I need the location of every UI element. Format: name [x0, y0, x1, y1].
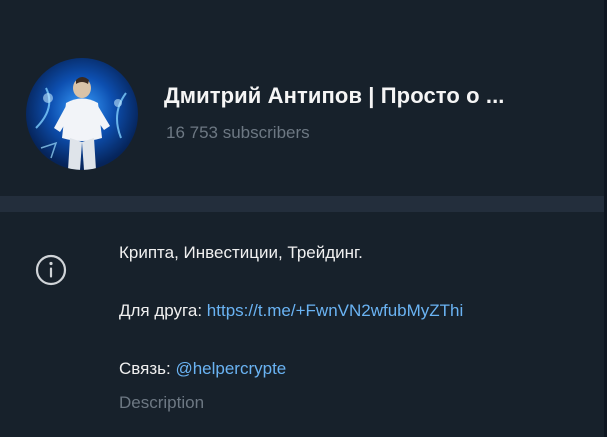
contact-label: Связь: — [119, 359, 171, 378]
info-icon — [35, 254, 67, 286]
channel-avatar[interactable] — [26, 58, 138, 170]
info-section: Крипта, Инвестиции, Трейдинг. Для друга:… — [0, 212, 607, 437]
friend-label: Для друга: — [119, 301, 203, 320]
channel-name: Дмитрий Антипов | Просто о ... — [164, 83, 505, 108]
description-label: Description — [119, 393, 205, 412]
section-divider — [0, 196, 607, 212]
contact-row: Связь: @helpercrypte — [119, 359, 286, 379]
contact-username-link[interactable]: @helpercrypte — [175, 359, 286, 378]
channel-header: Дмитрий Антипов | Просто о ... 16 753 su… — [0, 0, 607, 196]
subscriber-count: 16 753 subscribers — [166, 123, 310, 142]
channel-info-panel: Дмитрий Антипов | Просто о ... 16 753 su… — [0, 0, 607, 437]
invite-link[interactable]: https://t.me/+FwnVN2wfubMyZThi — [207, 301, 464, 320]
description-text: Крипта, Инвестиции, Трейдинг. — [119, 243, 363, 262]
friend-link-row: Для друга: https://t.me/+FwnVN2wfubMyZTh… — [119, 301, 463, 321]
avatar-image — [35, 77, 127, 170]
